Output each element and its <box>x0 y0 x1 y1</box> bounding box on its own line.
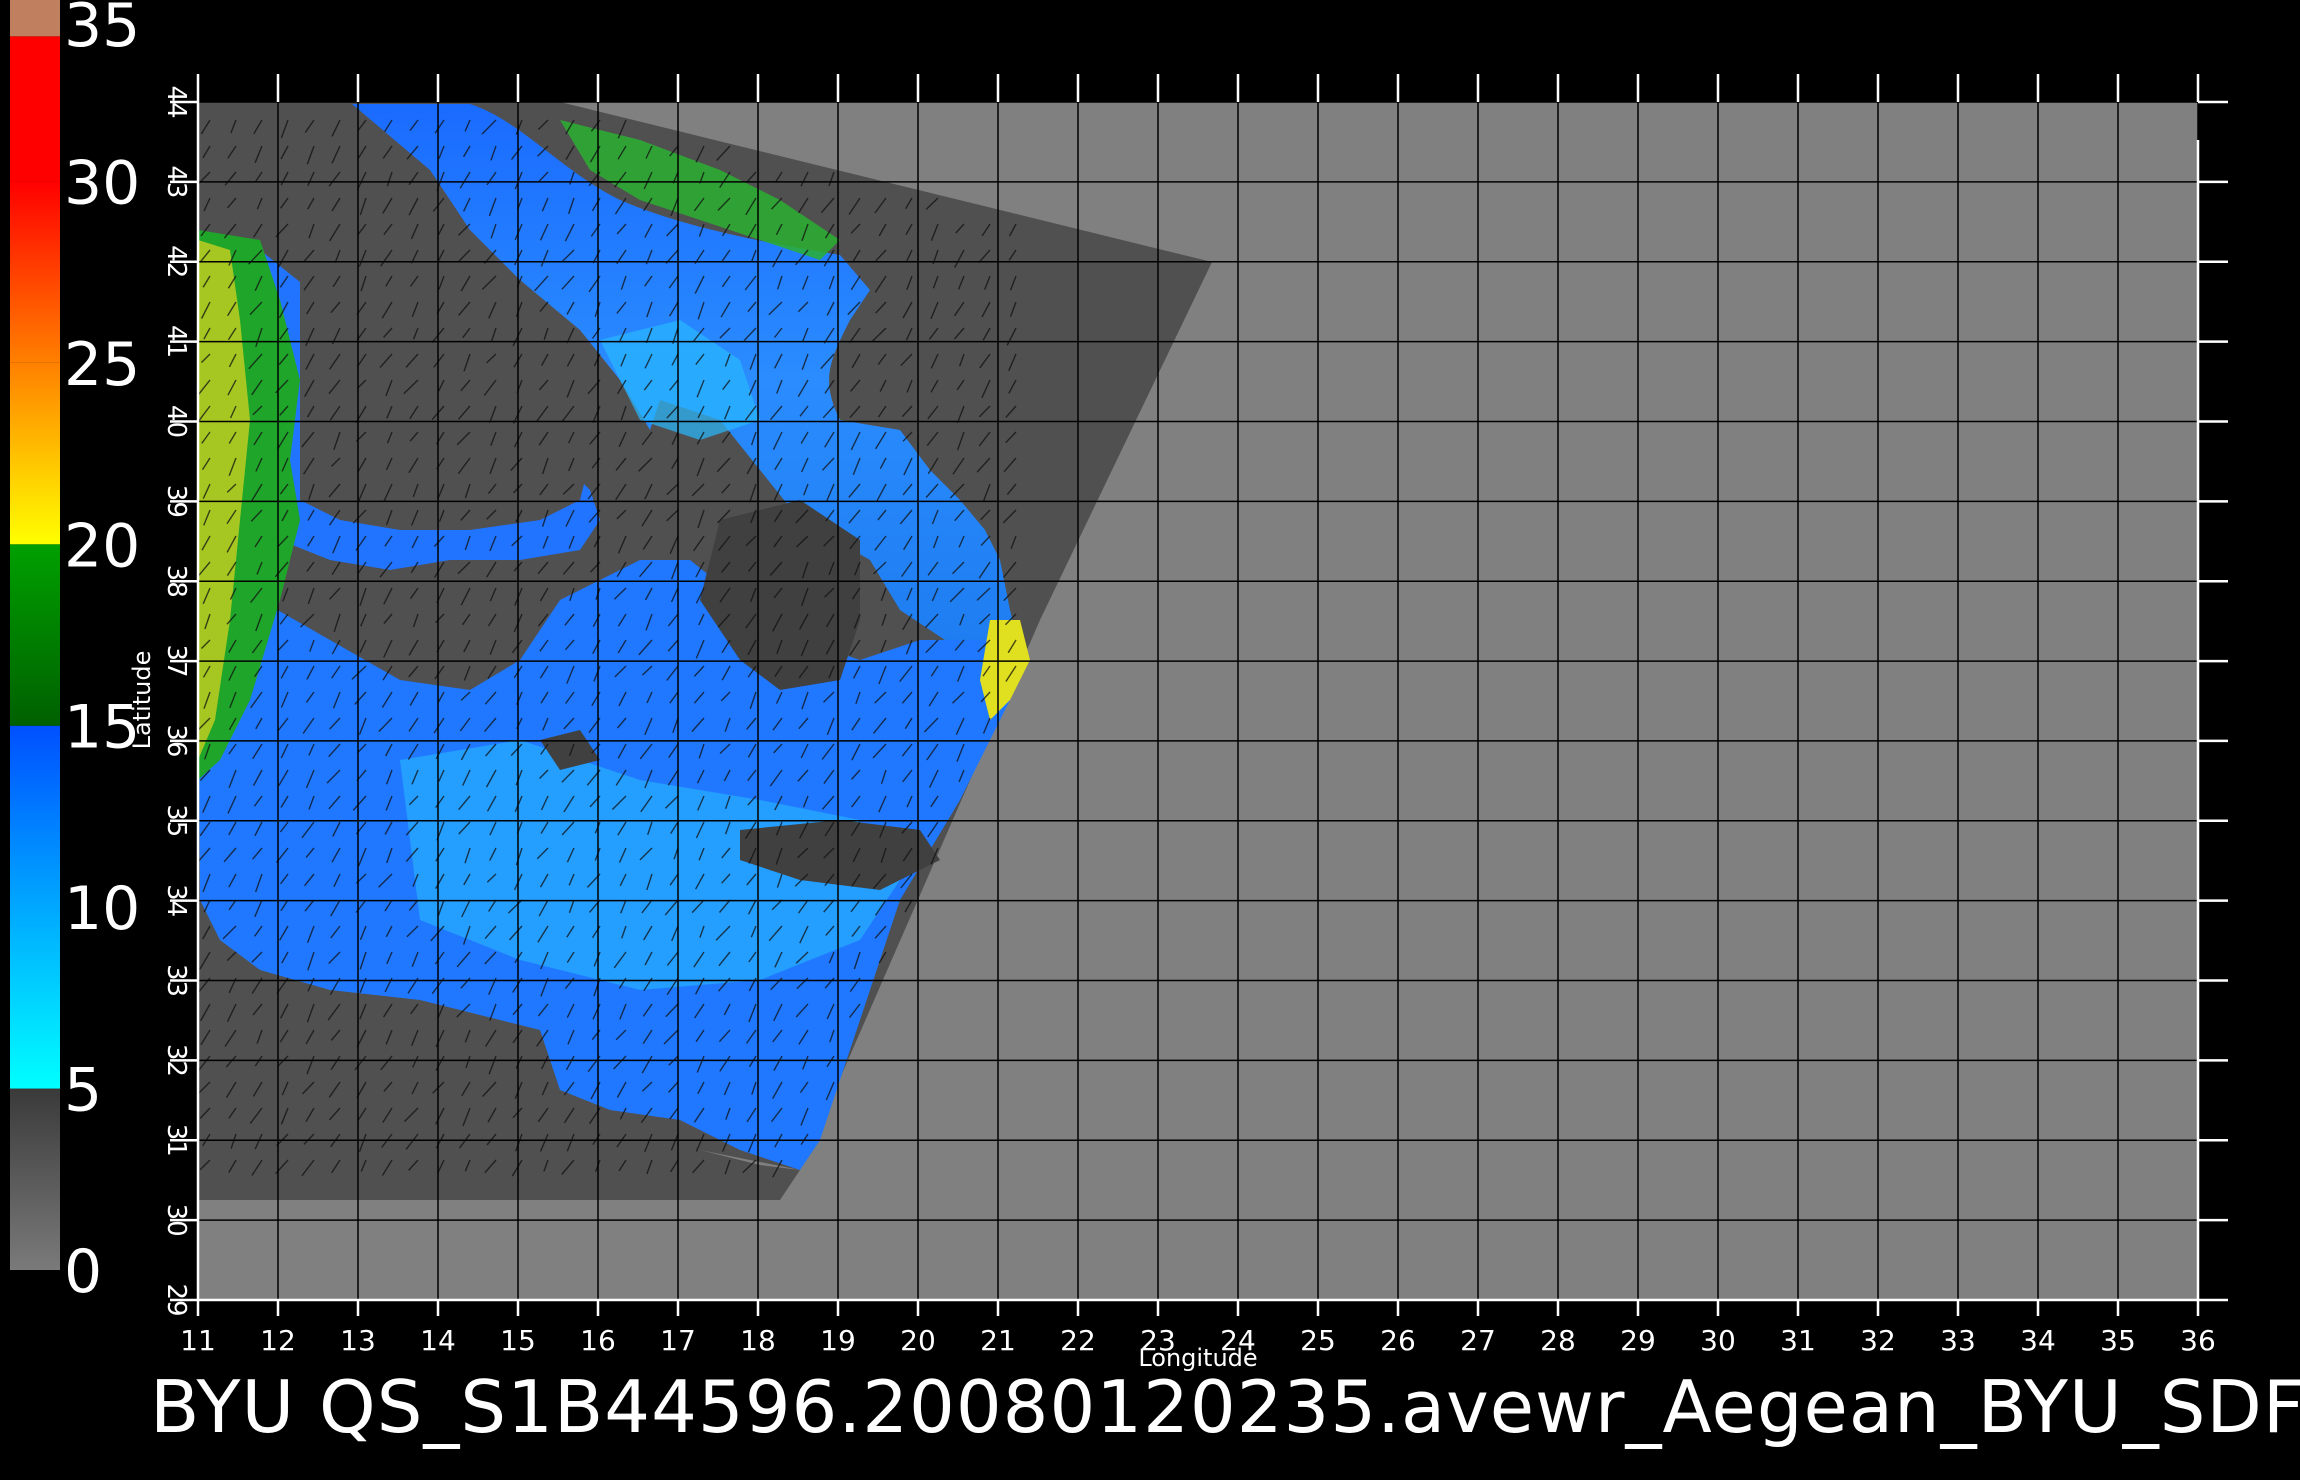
lat-tick-label-43: 43 <box>161 165 191 198</box>
lon-tick-label-32: 32 <box>1860 1324 1896 1357</box>
lat-tick-label-39: 39 <box>161 485 191 518</box>
colorbar-band-15-20 <box>10 544 60 726</box>
lon-tick-label-15: 15 <box>500 1324 536 1357</box>
lon-tick-label-29: 29 <box>1620 1324 1656 1357</box>
image-caption: BYU QS_S1B44596.20080120235.avewr_Aegean… <box>150 1365 2300 1449</box>
lat-tick-label-30: 30 <box>161 1204 191 1237</box>
lat-tick-label-37: 37 <box>161 645 191 678</box>
colorbar-band-34-35 <box>10 0 60 37</box>
lon-tick-label-30: 30 <box>1700 1324 1736 1357</box>
colorbar-label-5: 5 <box>64 1056 102 1126</box>
colorbar-label-15: 15 <box>64 693 140 763</box>
lon-tick-label-26: 26 <box>1380 1324 1416 1357</box>
lon-tick-label-25: 25 <box>1300 1324 1336 1357</box>
colorbar-band-0-5 <box>10 1088 60 1270</box>
colorbar-band-5-15 <box>10 725 60 1089</box>
lat-tick-label-31: 31 <box>161 1124 191 1157</box>
colorbar-label-25: 25 <box>64 330 140 400</box>
lat-tick-label-44: 44 <box>161 85 191 118</box>
lat-tick-label-34: 34 <box>161 884 191 917</box>
lon-tick-label-20: 20 <box>900 1324 936 1357</box>
colorbar-band-20-25 <box>10 362 60 545</box>
colorbar-label-35: 35 <box>64 0 140 61</box>
lat-tick-label-35: 35 <box>161 804 191 837</box>
wind-speed-colorbar <box>10 0 60 1270</box>
lon-tick-label-35: 35 <box>2100 1324 2136 1357</box>
lon-tick-label-34: 34 <box>2020 1324 2056 1357</box>
colorbar-band-25-30 <box>10 181 60 363</box>
lon-tick-label-33: 33 <box>1940 1324 1976 1357</box>
lat-tick-label-42: 42 <box>161 245 191 278</box>
colorbar-label-0: 0 <box>64 1237 102 1307</box>
lon-tick-label-36: 36 <box>2180 1324 2216 1357</box>
lon-tick-label-19: 19 <box>820 1324 856 1357</box>
lon-tick-label-27: 27 <box>1460 1324 1496 1357</box>
lon-tick-label-16: 16 <box>580 1324 616 1357</box>
lon-tick-label-31: 31 <box>1780 1324 1816 1357</box>
lat-tick-label-41: 41 <box>161 325 191 358</box>
colorbar-label-10: 10 <box>64 874 140 944</box>
colorbar-label-20: 20 <box>64 511 140 581</box>
lon-tick-label-12: 12 <box>260 1324 296 1357</box>
lat-tick-label-32: 32 <box>161 1044 191 1077</box>
lon-tick-label-21: 21 <box>980 1324 1016 1357</box>
lat-tick-label-40: 40 <box>161 405 191 438</box>
lat-tick-label-38: 38 <box>161 565 191 598</box>
latitude-tick-labels: 29 30 31 32 33 34 35 36 37 38 39 40 41 42 43 44 <box>161 85 191 1316</box>
lon-tick-label-17: 17 <box>660 1324 696 1357</box>
lat-tick-label-29: 29 <box>161 1283 191 1316</box>
lon-tick-label-13: 13 <box>340 1324 376 1357</box>
lat-tick-label-36: 36 <box>161 724 191 757</box>
colorbar-label-30: 30 <box>64 148 140 218</box>
lon-tick-label-11: 11 <box>180 1324 216 1357</box>
lat-tick-label-33: 33 <box>161 964 191 997</box>
map-figure: 11 12 13 14 15 16 17 18 19 20 21 22 23 24 25 26 27 28 29 30… <box>10 0 2228 1372</box>
lon-tick-label-18: 18 <box>740 1324 776 1357</box>
lon-tick-label-22: 22 <box>1060 1324 1096 1357</box>
lon-tick-label-28: 28 <box>1540 1324 1576 1357</box>
lon-tick-label-14: 14 <box>420 1324 456 1357</box>
colorbar-band-30-34 <box>10 36 60 182</box>
